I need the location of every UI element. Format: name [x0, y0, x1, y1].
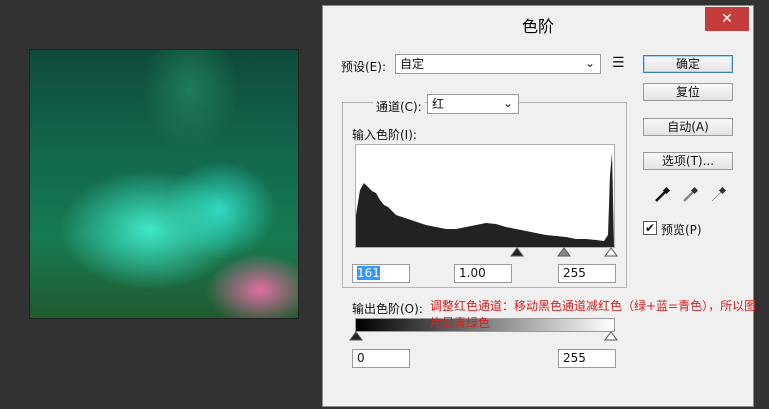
- chevron-down-icon: ⌄: [502, 96, 513, 110]
- histogram-graph: [356, 153, 614, 247]
- ok-button[interactable]: 确定: [643, 55, 733, 73]
- preset-select-value: 自定: [400, 57, 425, 71]
- auto-button[interactable]: 自动(A): [643, 118, 733, 136]
- output-sliders: [349, 331, 618, 341]
- input-black-field[interactable]: 161: [352, 264, 410, 283]
- output-levels-label: 输出色阶(O):: [352, 302, 423, 316]
- black-eyedropper-icon[interactable]: [653, 186, 671, 204]
- channel-select[interactable]: 红 ⌄: [427, 94, 519, 114]
- dialog-title: 色阶: [521, 17, 554, 36]
- input-gamma-field[interactable]: 1.00: [454, 264, 512, 283]
- preview-label: 预览(P): [661, 223, 702, 237]
- chevron-down-icon: ⌄: [584, 56, 595, 70]
- output-white-slider: [604, 331, 618, 341]
- options-button[interactable]: 选项(T)...: [643, 152, 733, 170]
- histogram: [355, 144, 615, 248]
- close-icon: ✕: [721, 11, 733, 27]
- title-bar[interactable]: 色阶 ✕: [323, 6, 753, 42]
- input-gray-slider: [557, 247, 571, 257]
- preset-menu-icon[interactable]: ☰: [612, 55, 625, 71]
- output-black-field[interactable]: 0: [352, 349, 410, 368]
- input-white-slider: [604, 247, 618, 257]
- input-black-slider: [510, 247, 524, 257]
- channel-label: 通道(C):: [373, 98, 425, 115]
- input-levels-label: 输入色阶(I):: [352, 128, 417, 142]
- photo-preview: [30, 50, 298, 318]
- reset-button[interactable]: 复位: [643, 83, 733, 101]
- preset-select[interactable]: 自定 ⌄: [395, 54, 601, 74]
- channel-select-value: 红: [432, 97, 445, 111]
- preview-checkbox[interactable]: ✔: [643, 221, 657, 235]
- white-eyedropper-icon[interactable]: [709, 186, 727, 204]
- input-sliders: [346, 244, 622, 260]
- output-black-slider: [349, 331, 363, 341]
- input-white-field[interactable]: 255: [558, 264, 616, 283]
- preset-label: 预设(E):: [341, 60, 386, 74]
- output-white-field[interactable]: 255: [558, 349, 616, 368]
- annotation-text: 调整红色通道：移动黑色通道减红色（绿+蓝=青色），所以图片显青绿色: [430, 299, 757, 330]
- close-button[interactable]: ✕: [705, 7, 749, 31]
- checkmark-icon: ✔: [644, 221, 656, 235]
- gray-eyedropper-icon[interactable]: [681, 186, 699, 204]
